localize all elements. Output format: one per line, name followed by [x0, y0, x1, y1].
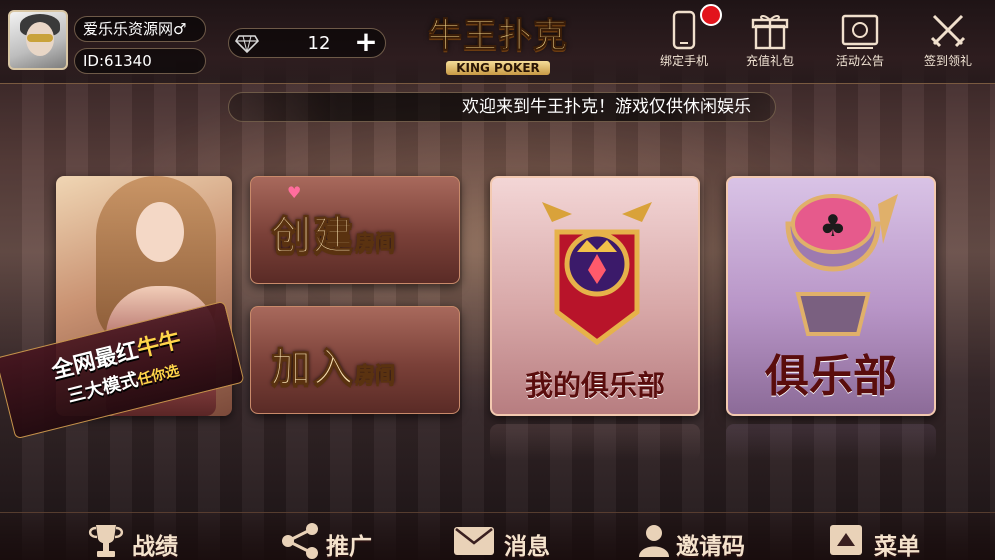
- username-label: 爱乐乐资源网♂: [74, 16, 206, 42]
- club-trophy-icon: ♣: [785, 194, 898, 336]
- announcement-icon: [841, 14, 879, 49]
- my-club-button[interactable]: 我的俱乐部: [490, 176, 700, 416]
- my-club-reflection: [490, 424, 700, 460]
- bottom-nav: 战绩 推广 消息 邀请码 菜单: [0, 512, 995, 560]
- top-bar: 爱乐乐资源网♂ ID:61340 12 + 牛王扑克 KING POKER 绑定…: [0, 0, 995, 84]
- recharge-gift-label: 充值礼包: [745, 54, 794, 68]
- club-label: 俱乐部: [765, 351, 897, 402]
- add-diamonds-button[interactable]: +: [353, 28, 379, 56]
- announcement-button[interactable]: 活动公告: [824, 10, 896, 72]
- checkin-icon: [930, 14, 966, 48]
- notification-dot: [700, 4, 722, 26]
- join-room-button[interactable]: 加入房间: [250, 306, 460, 414]
- nav-menu[interactable]: 菜单: [828, 523, 938, 560]
- user-icon: [639, 525, 669, 557]
- join-room-reflection: [250, 420, 460, 460]
- announcement-marquee: 欢迎来到牛王扑克！游戏仅供休闲娱乐: [228, 92, 776, 122]
- logo: 牛王扑克 KING POKER: [412, 8, 584, 75]
- club-reflection: [726, 424, 936, 460]
- bind-phone-label: 绑定手机: [659, 54, 708, 68]
- club-button[interactable]: ♣ 俱乐部: [726, 176, 936, 416]
- nav-messages[interactable]: 消息: [452, 523, 562, 560]
- nav-invite-code[interactable]: 邀请码: [636, 523, 766, 560]
- nav-promote[interactable]: 推广: [280, 523, 390, 560]
- club-badge-icon: [542, 202, 652, 346]
- nav-promote-label: 推广: [326, 534, 372, 560]
- user-id-label: ID:61340: [74, 48, 206, 74]
- create-room-subtitle: 房间: [355, 230, 396, 255]
- avatar[interactable]: [8, 10, 68, 70]
- menu-icon: [830, 525, 862, 555]
- logo-subtitle: KING POKER: [446, 61, 550, 75]
- nav-records[interactable]: 战绩: [86, 523, 196, 560]
- trophy-icon: [88, 525, 124, 557]
- nav-invite-code-label: 邀请码: [676, 534, 745, 560]
- promo-line2-b: 任你选: [136, 363, 181, 389]
- recharge-gift-button[interactable]: 充值礼包: [734, 10, 806, 72]
- heart-icon: ♥: [287, 183, 302, 202]
- checkin-button[interactable]: 签到领礼: [912, 10, 984, 72]
- create-room-button[interactable]: ♥ 创建房间: [250, 176, 460, 284]
- announcement-label: 活动公告: [835, 54, 884, 68]
- diamond-count: 12: [307, 33, 331, 54]
- mail-icon: [454, 527, 494, 555]
- my-club-label: 我的俱乐部: [524, 369, 665, 402]
- gift-icon: [751, 14, 789, 50]
- svg-text:♣: ♣: [820, 209, 847, 244]
- diamond-balance: 12 +: [228, 28, 386, 58]
- share-icon: [282, 523, 318, 559]
- join-room-title: 加入: [271, 345, 355, 392]
- nav-messages-label: 消息: [504, 534, 550, 560]
- diamond-icon: [235, 35, 259, 53]
- join-room-subtitle: 房间: [355, 362, 396, 387]
- phone-icon: [672, 10, 696, 50]
- logo-title: 牛王扑克: [428, 16, 568, 57]
- nav-menu-label: 菜单: [874, 534, 920, 560]
- nav-records-label: 战绩: [132, 534, 178, 560]
- checkin-label: 签到领礼: [923, 54, 972, 68]
- create-room-title: 创建: [271, 213, 355, 260]
